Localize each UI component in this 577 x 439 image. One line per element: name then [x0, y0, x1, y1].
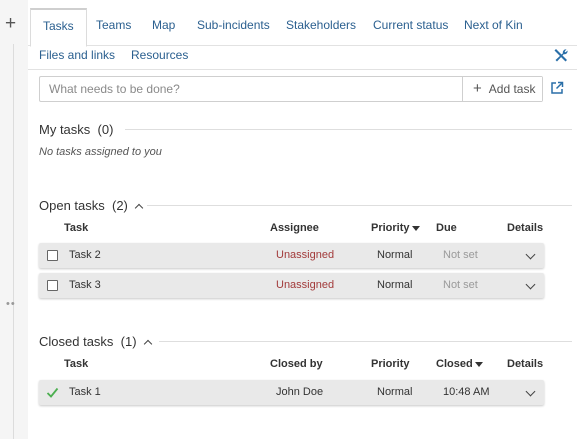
col-priority[interactable]: Priority: [371, 358, 410, 370]
tab-map[interactable]: Map: [152, 0, 175, 46]
open-tasks-heading: Open tasks (2): [39, 198, 144, 213]
task-assignee: Unassigned: [276, 279, 335, 291]
task-assignee: Unassigned: [276, 249, 335, 261]
table-row[interactable]: Task 1 John Doe Normal 10:48 AM: [39, 380, 544, 405]
closed-tasks-count: (1): [120, 334, 137, 349]
table-row[interactable]: Task 3 Unassigned Normal Not set: [39, 273, 544, 298]
closed-tasks-title: Closed tasks: [39, 334, 114, 349]
left-rail: + ••: [0, 0, 28, 439]
my-tasks-title: My tasks: [39, 122, 91, 137]
task-priority: Normal: [377, 279, 413, 291]
section-divider: [125, 129, 572, 130]
external-link-icon[interactable]: [550, 81, 564, 95]
tab-bar: Tasks Teams Map Sub-incidents Stakeholde…: [28, 0, 577, 47]
col-priority[interactable]: Priority: [371, 222, 420, 234]
task-closed-by: John Doe: [276, 386, 324, 398]
tab-files-and-links[interactable]: Files and links: [39, 46, 115, 64]
col-task[interactable]: Task: [64, 222, 88, 234]
chevron-down-icon[interactable]: [525, 279, 536, 290]
col-task[interactable]: Task: [64, 358, 88, 370]
chevron-down-icon[interactable]: [525, 249, 536, 260]
tab-sub-incidents[interactable]: Sub-incidents: [197, 0, 270, 46]
tab-next-of-kin[interactable]: Next of Kin: [464, 0, 523, 46]
task-priority: Normal: [377, 249, 413, 261]
plus-icon[interactable]: +: [5, 14, 16, 33]
tab-stakeholders[interactable]: Stakeholders: [286, 0, 356, 46]
tools-icon[interactable]: [553, 47, 569, 63]
add-task-button[interactable]: + Add task: [462, 77, 542, 101]
task-closed-time: 10:48 AM: [443, 386, 490, 398]
my-tasks-empty: No tasks assigned to you: [39, 146, 162, 158]
task-due: Not set: [443, 249, 478, 261]
checkmark-icon[interactable]: [46, 386, 59, 399]
new-task-form: + Add task: [39, 76, 543, 102]
closed-tasks-heading: Closed tasks (1): [39, 334, 152, 349]
chevron-up-icon[interactable]: [143, 339, 152, 349]
tab-tasks[interactable]: Tasks: [30, 8, 87, 47]
tab-resources[interactable]: Resources: [131, 46, 188, 64]
col-priority-label: Priority: [371, 222, 410, 234]
rail-divider: [13, 44, 14, 439]
col-closed-by[interactable]: Closed by: [270, 358, 323, 370]
section-divider: [159, 341, 572, 342]
table-row[interactable]: Task 2 Unassigned Normal Not set: [39, 243, 544, 268]
plus-icon: +: [473, 80, 482, 97]
task-due: Not set: [443, 279, 478, 291]
task-name: Task 2: [69, 249, 101, 261]
col-closed[interactable]: Closed: [436, 358, 483, 370]
add-task-label: Add task: [488, 82, 536, 96]
col-details: Details: [507, 222, 544, 234]
col-closed-label: Closed: [436, 358, 473, 370]
sort-desc-icon: [411, 225, 420, 231]
col-due[interactable]: Due: [436, 222, 457, 234]
col-assignee[interactable]: Assignee: [270, 222, 319, 234]
tab-teams[interactable]: Teams: [96, 0, 131, 46]
new-task-input[interactable]: [40, 77, 463, 101]
complete-checkbox[interactable]: [47, 250, 58, 261]
tab-bar-secondary: Files and links Resources: [28, 46, 577, 70]
chevron-down-icon[interactable]: [525, 386, 536, 397]
my-tasks-count: (0): [97, 122, 114, 137]
tab-current-status[interactable]: Current status: [373, 0, 448, 46]
tasks-panel: Tasks Teams Map Sub-incidents Stakeholde…: [28, 0, 577, 439]
my-tasks-heading: My tasks (0): [39, 122, 113, 137]
section-divider: [147, 205, 572, 206]
task-priority: Normal: [377, 386, 413, 398]
chevron-up-icon[interactable]: [134, 203, 144, 213]
sort-desc-icon: [474, 361, 483, 367]
task-name: Task 1: [69, 386, 101, 398]
open-tasks-count: (2): [112, 198, 128, 213]
task-name: Task 3: [69, 279, 101, 291]
col-details: Details: [507, 358, 544, 370]
open-tasks-title: Open tasks: [39, 198, 105, 213]
drag-handle-icon[interactable]: ••: [6, 299, 16, 310]
complete-checkbox[interactable]: [47, 280, 58, 291]
